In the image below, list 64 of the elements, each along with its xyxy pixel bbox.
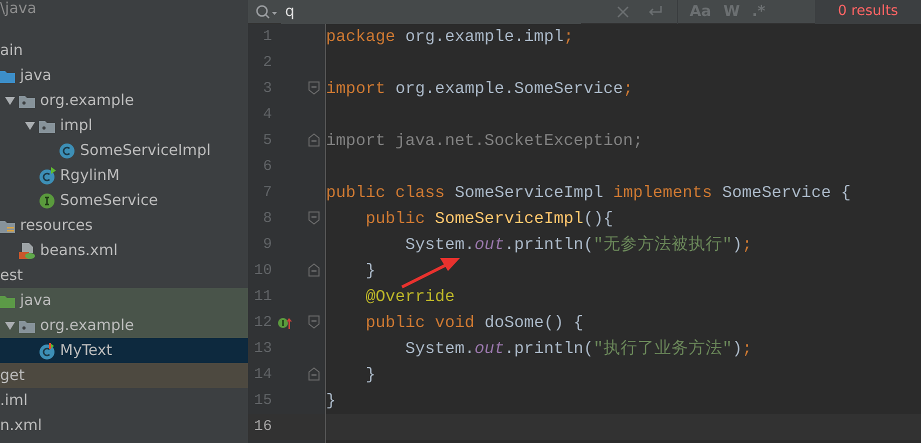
tree-label: beans.xml — [40, 240, 118, 262]
tree-label: SomeService — [60, 190, 158, 212]
code-line: public SomeServiceImpl(){ — [364, 208, 614, 230]
tree-item[interactable]: RgylinM — [0, 163, 248, 188]
tree-item[interactable]: java — [0, 288, 248, 313]
code-line: import java.net.SocketException; — [326, 130, 643, 152]
expand-arrow-icon[interactable] — [5, 96, 15, 106]
tree-item[interactable]: SomeServiceImpl — [0, 138, 248, 163]
tree-label: org.example — [40, 315, 134, 336]
tree-item[interactable]: org.example — [0, 88, 248, 113]
tree-label: java — [20, 290, 52, 312]
class-icon — [38, 166, 56, 184]
tree-item[interactable]: impl — [0, 113, 248, 138]
tree-label: SomeServiceImpl — [80, 140, 211, 162]
tree-label: ain — [0, 40, 23, 62]
line-number: 16 — [252, 416, 272, 437]
arrow-annotation — [401, 258, 460, 288]
implements-icon[interactable] — [277, 316, 295, 330]
tree-label: get — [0, 365, 25, 386]
code-line: } — [364, 364, 376, 386]
tree-item[interactable]: MyText — [0, 338, 248, 363]
tree-label: est — [0, 265, 23, 286]
code-line: import org.example.SomeService; — [326, 78, 633, 100]
class-icon — [58, 142, 76, 160]
code-line: System.out.println("无参方法被执行"); — [404, 234, 752, 256]
tree-item[interactable]: java — [0, 63, 248, 88]
tree-item[interactable]: .iml — [0, 388, 248, 413]
fold-icon[interactable] — [308, 211, 320, 226]
code-line: @Override — [364, 286, 455, 308]
tree-item[interactable]: get — [0, 363, 248, 388]
tree-item[interactable]: resources — [0, 213, 248, 238]
tree-item[interactable]: est — [0, 263, 248, 288]
class-icon — [38, 342, 56, 360]
tree-item[interactable]: n.xml — [0, 413, 248, 438]
tree-label: java — [20, 65, 52, 86]
code-line: package org.example.impl; — [326, 26, 574, 48]
tree-label: impl — [60, 115, 92, 136]
code-line: public class SomeServiceImpl implements SomeService { — [326, 182, 851, 204]
expand-arrow-icon[interactable] — [5, 320, 15, 330]
fold-icon[interactable] — [308, 133, 320, 148]
search-icon[interactable] — [255, 4, 279, 20]
fold-icon[interactable] — [308, 81, 320, 96]
xml-file-icon — [18, 242, 36, 260]
tree-label: MyText — [60, 340, 112, 362]
tree-item[interactable]: SomeService — [0, 188, 248, 213]
tree-label: resources — [20, 215, 93, 236]
tree-item[interactable]: ain — [0, 38, 248, 63]
tree-label: n.xml — [0, 415, 42, 436]
tree-label: .iml — [0, 390, 28, 412]
code-line: } — [326, 390, 336, 412]
fold-icon[interactable] — [308, 367, 320, 382]
tree-item[interactable]: beans.xml — [0, 238, 248, 263]
fold-icon[interactable] — [308, 263, 320, 278]
expand-arrow-icon[interactable] — [25, 120, 35, 130]
results-count: 0 results — [814, 0, 921, 24]
fold-icon[interactable] — [308, 315, 320, 330]
interface-icon — [38, 192, 56, 210]
tree-label: org.example — [40, 90, 134, 112]
code-line: System.out.println("执行了业务方法"); — [404, 338, 752, 360]
code-line: public void doSome() { — [364, 312, 584, 334]
tree-label: RgylinM — [60, 165, 120, 186]
code-line: } — [364, 260, 376, 282]
path-label: \java — [0, 0, 38, 19]
tree-item[interactable]: org.example — [0, 313, 248, 338]
